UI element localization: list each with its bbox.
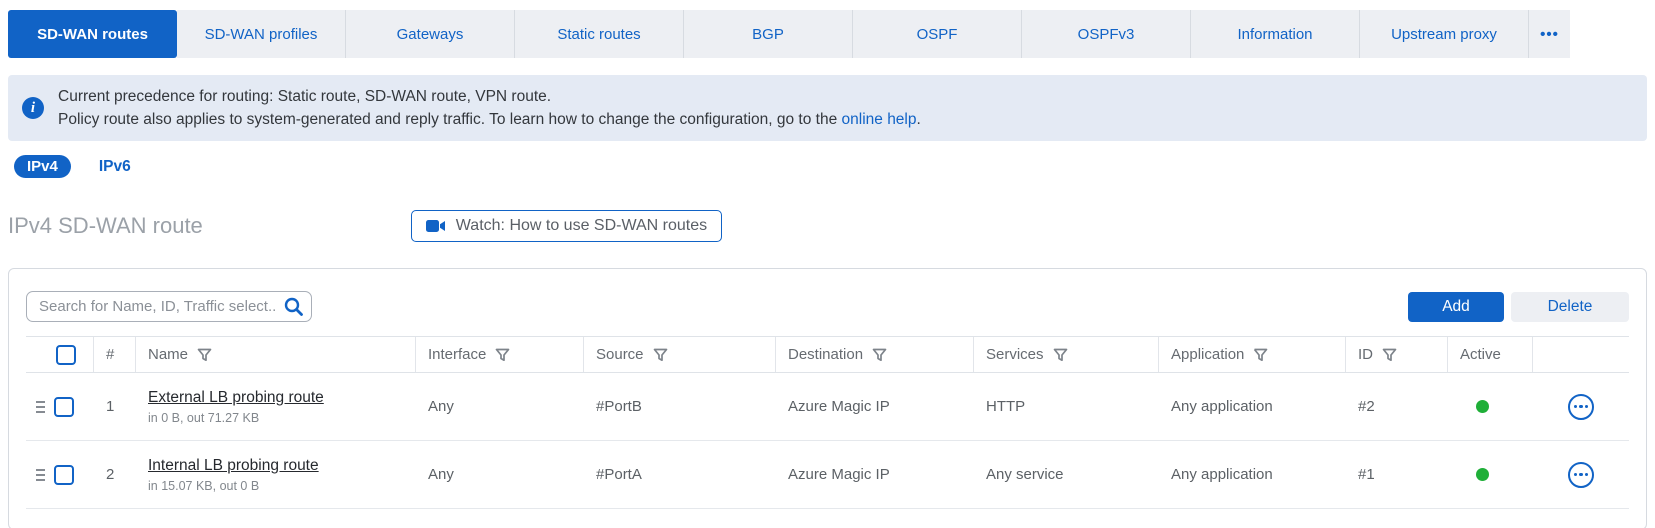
col-source: Source: [584, 337, 776, 372]
ip-version-toggle: IPv4 IPv6: [14, 155, 1655, 178]
info-banner: i Current precedence for routing: Static…: [8, 75, 1647, 141]
route-traffic-stats: in 0 B, out 71.27 KB: [148, 411, 259, 425]
col-source-label: Source: [596, 346, 644, 363]
filter-icon[interactable]: [872, 348, 887, 362]
row-checkbox[interactable]: [54, 465, 74, 485]
table-row: 2 Internal LB probing route in 15.07 KB,…: [26, 441, 1629, 509]
ipv6-toggle[interactable]: IPv6: [99, 158, 131, 176]
select-all-header: [26, 337, 94, 372]
search-wrap: [26, 291, 312, 322]
row-actions-ellipsis-icon[interactable]: [1568, 462, 1594, 488]
interface-cell: Any: [416, 441, 584, 508]
col-services-label: Services: [986, 346, 1044, 363]
filter-icon[interactable]: [1382, 348, 1397, 362]
col-application: Application: [1159, 337, 1346, 372]
search-icon[interactable]: [284, 297, 303, 321]
active-status-dot: [1476, 400, 1489, 413]
active-cell: [1448, 373, 1533, 440]
add-button[interactable]: Add: [1408, 292, 1504, 322]
route-name-link[interactable]: Internal LB probing route: [148, 457, 319, 475]
source-cell: #PortA: [584, 441, 776, 508]
col-destination-label: Destination: [788, 346, 863, 363]
table-row: 1 External LB probing route in 0 B, out …: [26, 373, 1629, 441]
ipv4-toggle[interactable]: IPv4: [14, 155, 71, 178]
filter-icon[interactable]: [653, 348, 668, 362]
row-select-cell: [26, 441, 94, 508]
id-cell: #2: [1346, 373, 1448, 440]
banner-line2-suffix: .: [917, 111, 921, 128]
col-id-label: ID: [1358, 346, 1373, 363]
route-name-cell: Internal LB probing route in 15.07 KB, o…: [136, 441, 416, 508]
watch-button-label: Watch: How to use SD-WAN routes: [456, 217, 707, 235]
drag-handle-icon[interactable]: [36, 469, 45, 481]
video-camera-icon: [426, 219, 446, 233]
col-interface-label: Interface: [428, 346, 486, 363]
col-active: Active: [1448, 337, 1533, 372]
destination-cell: Azure Magic IP: [776, 441, 974, 508]
routes-card: Add Delete # Name Interface Source Desti…: [8, 268, 1647, 528]
tab-information[interactable]: Information: [1191, 10, 1360, 58]
col-destination: Destination: [776, 337, 974, 372]
row-select-cell: [26, 373, 94, 440]
row-actions-ellipsis-icon[interactable]: [1568, 394, 1594, 420]
row-checkbox[interactable]: [54, 397, 74, 417]
col-application-label: Application: [1171, 346, 1244, 363]
tab-overflow-ellipsis-icon[interactable]: •••: [1529, 10, 1570, 58]
select-all-checkbox[interactable]: [56, 345, 76, 365]
tab-gateways[interactable]: Gateways: [346, 10, 515, 58]
tab-static-routes[interactable]: Static routes: [515, 10, 684, 58]
tab-sdwan-profiles[interactable]: SD-WAN profiles: [177, 10, 346, 58]
tab-ospfv3[interactable]: OSPFv3: [1022, 10, 1191, 58]
online-help-link[interactable]: online help: [842, 111, 917, 128]
heading-row: IPv4 SD-WAN route Watch: How to use SD-W…: [8, 208, 1655, 244]
col-id: ID: [1346, 337, 1448, 372]
route-name-link[interactable]: External LB probing route: [148, 389, 324, 407]
interface-cell: Any: [416, 373, 584, 440]
col-name: Name: [136, 337, 416, 372]
banner-line2-text: Policy route also applies to system-gene…: [58, 111, 842, 128]
active-status-dot: [1476, 468, 1489, 481]
page-title: IPv4 SD-WAN route: [8, 213, 203, 239]
filter-icon[interactable]: [495, 348, 510, 362]
filter-icon[interactable]: [197, 348, 212, 362]
row-number: 2: [94, 441, 136, 508]
tab-bar: SD-WAN routes SD-WAN profiles Gateways S…: [8, 10, 1655, 58]
table-toolbar: Add Delete: [26, 291, 1629, 322]
col-interface: Interface: [416, 337, 584, 372]
tab-ospf[interactable]: OSPF: [853, 10, 1022, 58]
tab-upstream-proxy[interactable]: Upstream proxy: [1360, 10, 1529, 58]
services-cell: HTTP: [974, 373, 1159, 440]
col-services: Services: [974, 337, 1159, 372]
info-icon: i: [22, 97, 44, 119]
delete-button[interactable]: Delete: [1511, 292, 1629, 322]
watch-video-button[interactable]: Watch: How to use SD-WAN routes: [411, 210, 722, 242]
tab-bgp[interactable]: BGP: [684, 10, 853, 58]
destination-cell: Azure Magic IP: [776, 373, 974, 440]
application-cell: Any application: [1159, 373, 1346, 440]
col-num: #: [94, 337, 136, 372]
search-input[interactable]: [26, 291, 312, 322]
drag-handle-icon[interactable]: [36, 401, 45, 413]
tab-sdwan-routes[interactable]: SD-WAN routes: [8, 10, 177, 58]
filter-icon[interactable]: [1053, 348, 1068, 362]
toolbar-buttons: Add Delete: [1408, 292, 1629, 322]
source-cell: #PortB: [584, 373, 776, 440]
col-actions: [1533, 337, 1629, 372]
application-cell: Any application: [1159, 441, 1346, 508]
col-name-label: Name: [148, 346, 188, 363]
actions-cell: [1533, 373, 1629, 440]
services-cell: Any service: [974, 441, 1159, 508]
banner-text: Current precedence for routing: Static r…: [58, 85, 921, 131]
route-traffic-stats: in 15.07 KB, out 0 B: [148, 479, 259, 493]
banner-line1: Current precedence for routing: Static r…: [58, 85, 921, 108]
banner-line2: Policy route also applies to system-gene…: [58, 108, 921, 131]
actions-cell: [1533, 441, 1629, 508]
active-cell: [1448, 441, 1533, 508]
filter-icon[interactable]: [1253, 348, 1268, 362]
table-header: # Name Interface Source Destination Serv…: [26, 336, 1629, 373]
row-number: 1: [94, 373, 136, 440]
id-cell: #1: [1346, 441, 1448, 508]
route-name-cell: External LB probing route in 0 B, out 71…: [136, 373, 416, 440]
